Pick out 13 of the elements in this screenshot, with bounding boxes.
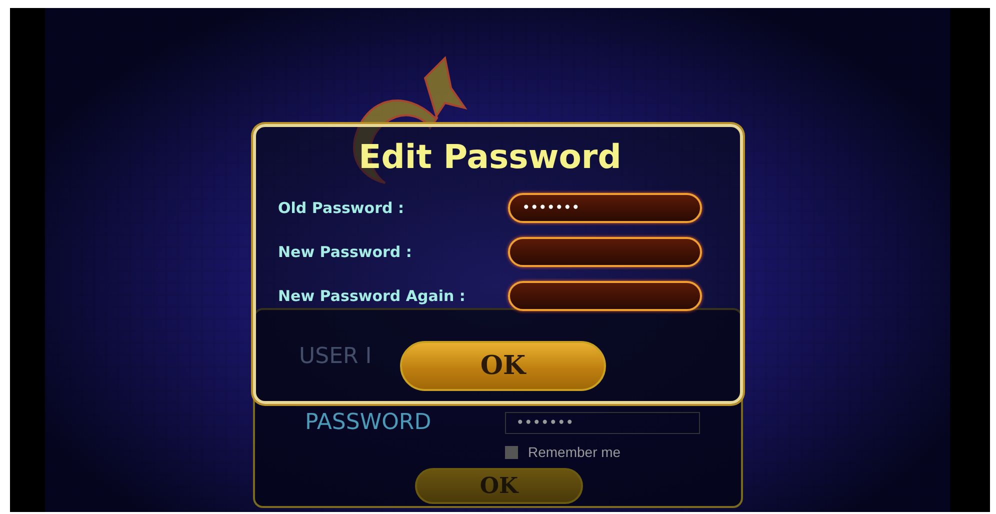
ok-button[interactable]: OK	[400, 341, 606, 391]
password-label: PASSWORD	[305, 410, 432, 435]
field-label: Old Password :	[278, 199, 404, 217]
dialog-title: Edit Password	[358, 136, 622, 178]
field-label: New Password :	[278, 243, 412, 261]
password-field[interactable]: •••••••	[508, 193, 702, 223]
remember-me-label: Remember me	[528, 444, 621, 460]
password-field[interactable]	[508, 237, 702, 267]
field-label: New Password Again :	[278, 287, 466, 305]
password-field[interactable]	[508, 281, 702, 311]
remember-me-checkbox[interactable]	[505, 446, 518, 458]
password-field[interactable]: •••••••	[505, 412, 700, 434]
user-id-label: USER I	[299, 344, 372, 369]
